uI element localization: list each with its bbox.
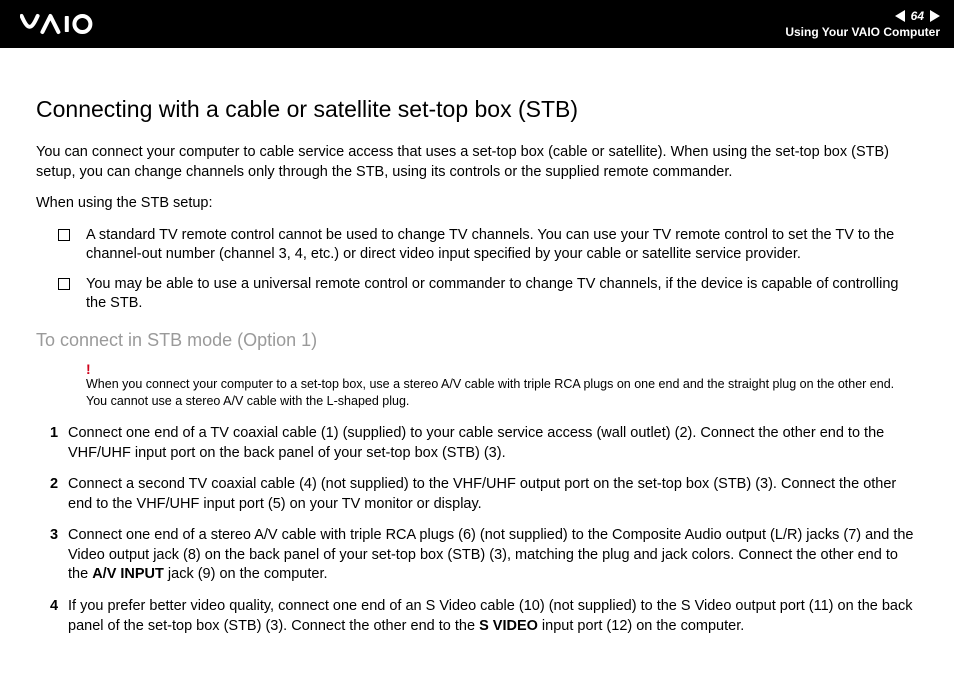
step-text: Connect one end of a TV coaxial cable (1… — [68, 424, 918, 463]
page-nav: 64 — [895, 9, 940, 23]
bullet-list: A standard TV remote control cannot be u… — [36, 226, 918, 314]
note-text: When you connect your computer to a set-… — [86, 376, 918, 410]
step-number: 3 — [36, 526, 68, 585]
step-text: If you prefer better video quality, conn… — [68, 597, 918, 636]
note-block: ! When you connect your computer to a se… — [36, 362, 918, 410]
bullet-icon — [58, 278, 70, 290]
section-label: Using Your VAIO Computer — [785, 25, 940, 39]
step-number: 4 — [36, 597, 68, 636]
page-title: Connecting with a cable or satellite set… — [36, 94, 918, 125]
subheading: To connect in STB mode (Option 1) — [36, 328, 918, 352]
page-number: 64 — [911, 9, 924, 23]
header-bar: 64 Using Your VAIO Computer — [0, 0, 954, 48]
list-item: You may be able to use a universal remot… — [36, 275, 918, 314]
content-area: Connecting with a cable or satellite set… — [0, 48, 954, 668]
list-item: 2 Connect a second TV coaxial cable (4) … — [36, 475, 918, 514]
list-item: 1 Connect one end of a TV coaxial cable … — [36, 424, 918, 463]
steps-list: 1 Connect one end of a TV coaxial cable … — [36, 424, 918, 636]
prev-page-arrow-icon[interactable] — [895, 10, 905, 22]
bullet-text: You may be able to use a universal remot… — [86, 275, 918, 314]
step-number: 2 — [36, 475, 68, 514]
list-item: 4 If you prefer better video quality, co… — [36, 597, 918, 636]
warning-icon: ! — [86, 362, 918, 376]
header-right: 64 Using Your VAIO Computer — [785, 9, 940, 39]
list-item: 3 Connect one end of a stereo A/V cable … — [36, 526, 918, 585]
step-text: Connect a second TV coaxial cable (4) (n… — [68, 475, 918, 514]
step-text: Connect one end of a stereo A/V cable wi… — [68, 526, 918, 585]
vaio-logo — [20, 12, 116, 36]
next-page-arrow-icon[interactable] — [930, 10, 940, 22]
lead-in-text: When using the STB setup: — [36, 194, 918, 214]
list-item: A standard TV remote control cannot be u… — [36, 226, 918, 265]
intro-paragraph: You can connect your computer to cable s… — [36, 143, 918, 182]
bullet-icon — [58, 229, 70, 241]
step-number: 1 — [36, 424, 68, 463]
bullet-text: A standard TV remote control cannot be u… — [86, 226, 918, 265]
